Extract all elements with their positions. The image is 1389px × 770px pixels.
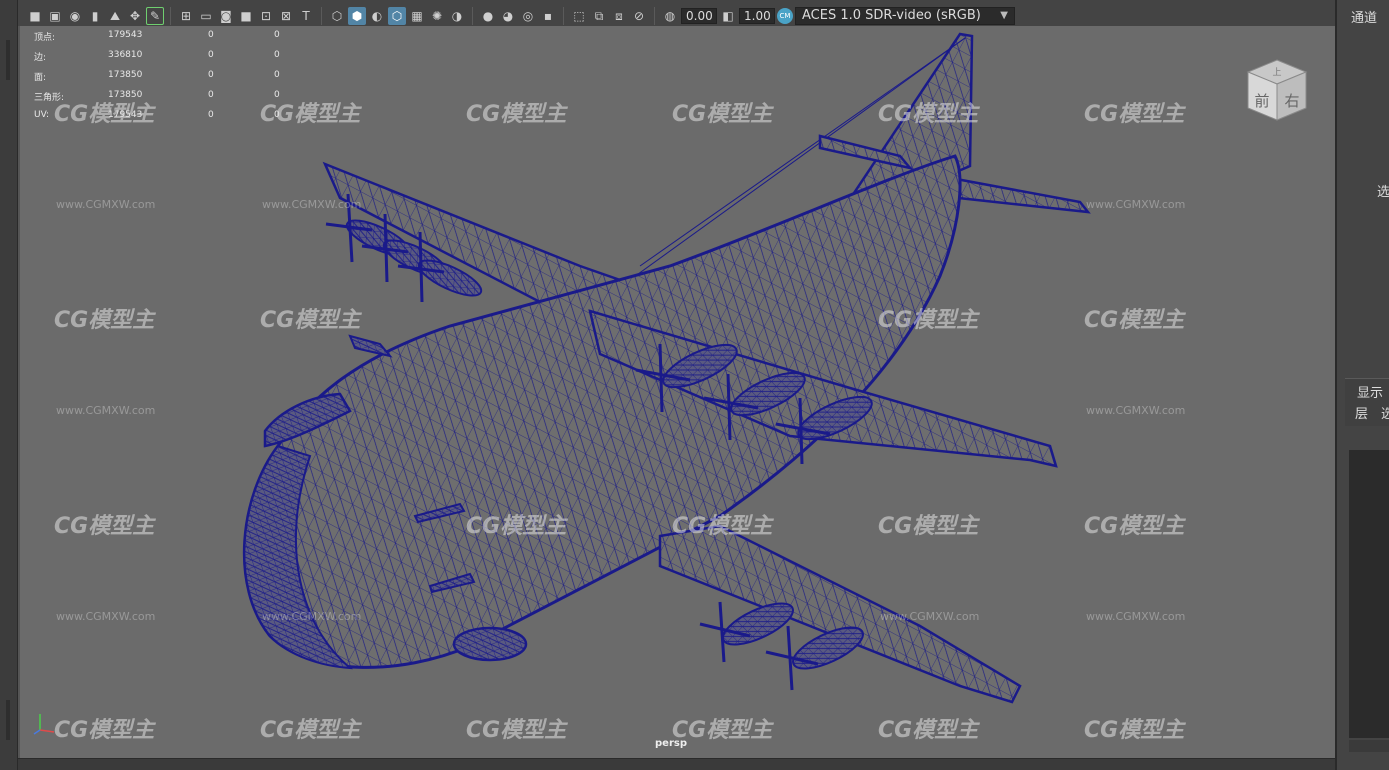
xray-joints-icon[interactable]: ⊘ — [630, 7, 648, 25]
xray-icon[interactable]: ⧉ — [590, 7, 608, 25]
watermark-logo: CG模型主 — [1084, 718, 1185, 743]
toolbar-separator — [563, 6, 564, 25]
maya-main-window: ■ ▣ ◉ ▮ ⛰ ✥ ✎ ⊞ ▭ ◙ ■ ⊡ ⊠ T ⬡ ⬢ ◐ ⬡ ▦ ✺ … — [0, 0, 1389, 770]
watermark-logo: CG模型主 — [466, 514, 567, 539]
two-d-pan-zoom-icon[interactable]: ✥ — [126, 7, 144, 25]
wireframe-icon[interactable]: ⬡ — [328, 7, 346, 25]
toolbar-separator — [321, 6, 322, 25]
viewcube[interactable]: 上 前 右 — [1242, 56, 1312, 126]
channel-box-side-text[interactable]: 选 — [1377, 181, 1389, 200]
exposure-field[interactable]: 0.00 — [681, 7, 717, 24]
wireframe-on-shaded-icon[interactable]: ⬡ — [388, 6, 406, 25]
lights-icon[interactable]: ✺ — [428, 7, 446, 25]
viewcube-front-label[interactable]: 前 — [1254, 92, 1269, 110]
watermark-logo: CG模型主 — [54, 718, 155, 743]
camera-icon[interactable]: ■ — [26, 7, 44, 25]
watermark-logo: CG模型主 — [54, 308, 155, 333]
watermark-logo: CG模型主 — [260, 308, 361, 333]
cockpit-hump — [348, 334, 393, 358]
viewcube-right-label[interactable]: 右 — [1284, 92, 1299, 110]
landing-gear-pod — [452, 626, 528, 662]
watermark-logo: CG模型主 — [54, 514, 155, 539]
resolution-gate-icon[interactable]: ◙ — [217, 7, 235, 25]
channel-box-panel: 通道 选 显示 层 选 — [1335, 0, 1389, 770]
airplane-wireframe-model[interactable] — [20, 26, 1335, 758]
motion-blur-icon[interactable]: ◕ — [499, 7, 517, 25]
watermark-logo: CG模型主 — [54, 102, 155, 127]
tab-channels[interactable]: 通道 — [1351, 7, 1377, 26]
watermark-logo: CG模型主 — [1084, 514, 1185, 539]
layer-list[interactable] — [1349, 450, 1389, 738]
watermark-logo: CG模型主 — [466, 718, 567, 743]
watermark-logo: CG模型主 — [878, 102, 979, 127]
layer-menu[interactable]: 层 — [1355, 403, 1368, 422]
watermark-logo: CG模型主 — [878, 718, 979, 743]
film-gate-icon[interactable]: ▭ — [197, 7, 215, 25]
safe-action-icon[interactable]: ⊠ — [277, 7, 295, 25]
watermark-logo: CG模型主 — [672, 102, 773, 127]
field-chart-icon[interactable]: ⊡ — [257, 7, 275, 25]
bookmark-camera-icon[interactable]: ◉ — [66, 7, 84, 25]
gate-mask-icon[interactable]: ■ — [237, 7, 255, 25]
image-plane-icon[interactable]: ⛰ — [106, 7, 124, 25]
screen-space-ao-icon[interactable]: ● — [479, 7, 497, 25]
watermark-url: www.CGMXW.com — [1086, 610, 1186, 623]
watermark-logo: CG模型主 — [878, 308, 979, 333]
strip-grip[interactable] — [6, 700, 10, 740]
right-stabilizer — [938, 174, 1091, 214]
watermark-logo: CG模型主 — [672, 514, 773, 539]
color-space-label: ACES 1.0 SDR-video (sRGB) — [802, 8, 981, 23]
gamma-icon[interactable]: ◧ — [719, 7, 737, 25]
color-space-dropdown[interactable]: ACES 1.0 SDR-video (sRGB) ▼ — [795, 6, 1015, 25]
textured-icon[interactable]: ▦ — [408, 7, 426, 25]
default-material-icon[interactable]: ◐ — [368, 7, 386, 25]
grid-icon[interactable]: ⊞ — [177, 7, 195, 25]
exposure-icon[interactable]: ◍ — [661, 7, 679, 25]
watermark-logo: CG模型主 — [260, 102, 361, 127]
watermark-url: www.CGMXW.com — [262, 198, 362, 211]
perspective-viewport[interactable]: 顶点: 179543 0 0 边: 336810 0 0 面: 173850 0… — [18, 26, 1335, 758]
gamma-field[interactable]: 1.00 — [739, 7, 775, 24]
anti-aliasing-icon[interactable]: ◎ — [519, 7, 537, 25]
watermark-logo: CG模型主 — [878, 514, 979, 539]
shadows-icon[interactable]: ◑ — [448, 7, 466, 25]
depth-of-field-icon[interactable]: ▪ — [539, 7, 557, 25]
horizontal-scrollbar[interactable] — [1349, 740, 1389, 752]
watermark-url: www.CGMXW.com — [1086, 404, 1186, 417]
watermark-url: www.CGMXW.com — [56, 404, 156, 417]
grease-pencil-icon[interactable]: ✎ — [146, 6, 164, 25]
watermark-url: www.CGMXW.com — [1086, 198, 1186, 211]
camera-name-label: persp — [655, 738, 687, 749]
watermark-url: www.CGMXW.com — [262, 610, 362, 623]
watermark-url: www.CGMXW.com — [56, 610, 156, 623]
viewcube-top-label[interactable]: 上 — [1272, 67, 1281, 78]
camera-attributes-icon[interactable]: ▣ — [46, 7, 64, 25]
chevron-down-icon: ▼ — [1000, 10, 1008, 21]
left-tool-strip — [0, 0, 18, 770]
axis-gizmo — [33, 714, 55, 735]
tab-display[interactable]: 显示 — [1357, 382, 1383, 401]
bookmark-icon[interactable]: ▮ — [86, 7, 104, 25]
xray-active-icon[interactable]: ⧈ — [610, 7, 628, 25]
safe-title-icon[interactable]: T — [297, 7, 315, 25]
bottom-strip — [18, 758, 1335, 770]
options-menu[interactable]: 选 — [1381, 403, 1389, 422]
color-management-icon[interactable]: CM — [777, 7, 793, 24]
toolbar-separator — [170, 6, 171, 25]
smooth-shade-icon[interactable]: ⬢ — [348, 6, 366, 25]
watermark-logo: CG模型主 — [1084, 102, 1185, 127]
watermark-url: www.CGMXW.com — [880, 610, 980, 623]
watermark-logo: CG模型主 — [672, 718, 773, 743]
toolbar-separator — [472, 6, 473, 25]
strip-grip[interactable] — [6, 40, 10, 80]
watermark-url: www.CGMXW.com — [56, 198, 156, 211]
isolate-select-icon[interactable]: ⬚ — [570, 7, 588, 25]
toolbar-separator — [654, 6, 655, 25]
watermark-logo: CG模型主 — [1084, 308, 1185, 333]
watermark-logo: CG模型主 — [260, 718, 361, 743]
watermark-logo: CG模型主 — [466, 102, 567, 127]
